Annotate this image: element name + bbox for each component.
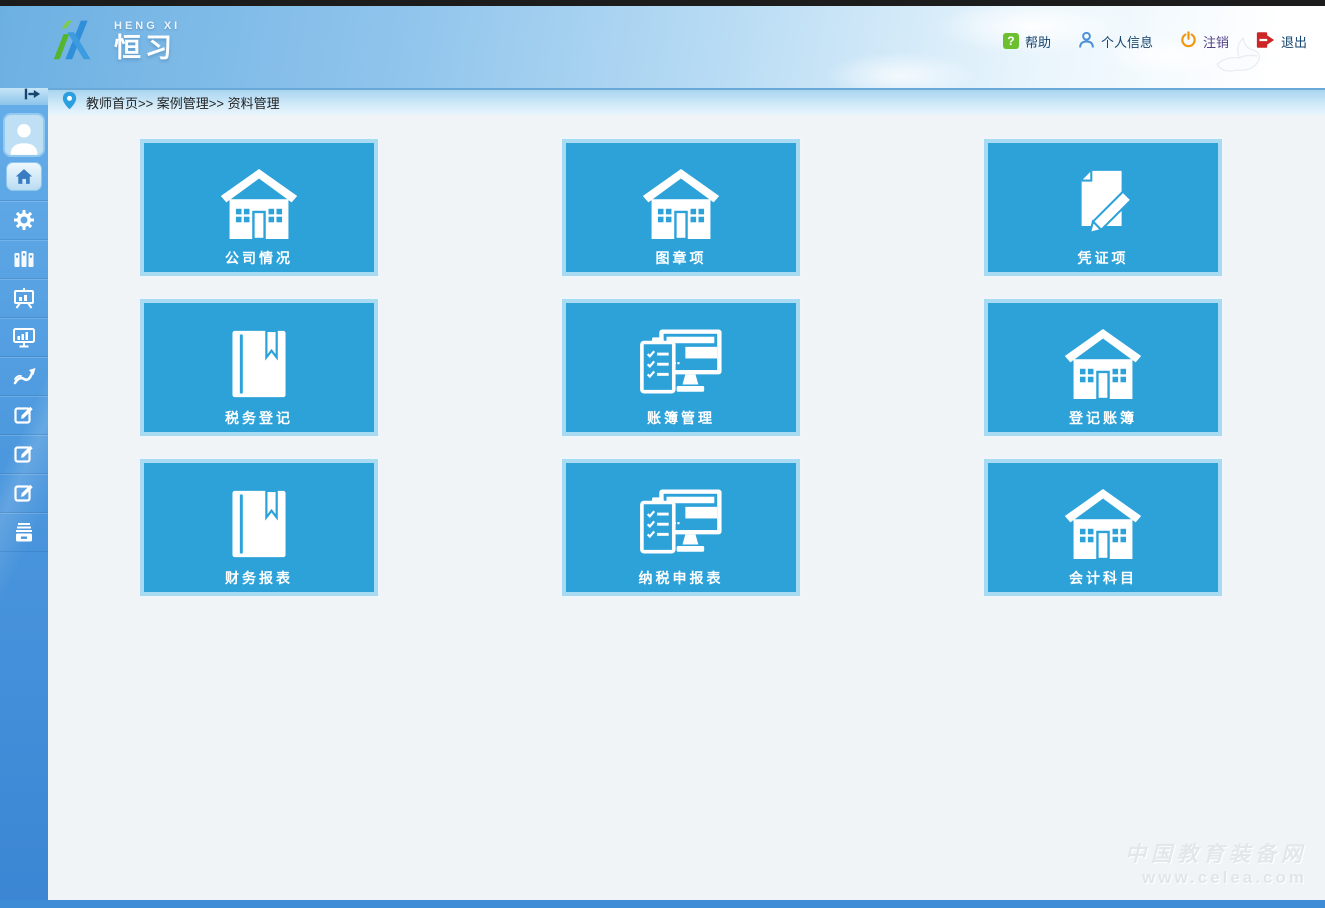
tile-tax-return[interactable]: 纳税申报表	[562, 459, 800, 596]
house-icon	[1063, 323, 1143, 399]
tile-register-ledger[interactable]: 登记账簿	[984, 299, 1222, 436]
sidebar-item-library[interactable]	[0, 240, 48, 279]
collapse-sidebar-button[interactable]	[0, 88, 48, 105]
sidebar	[0, 88, 48, 908]
profile-button[interactable]: 个人信息	[1078, 31, 1153, 52]
books-icon	[13, 249, 35, 269]
footer-strip	[0, 900, 1325, 908]
tile-ledger-management[interactable]: 账簿管理	[562, 299, 800, 436]
sidebar-item-exercise-1[interactable]	[0, 396, 48, 435]
tile-company-info[interactable]: 公司情况	[140, 139, 378, 276]
user-icon	[1078, 31, 1095, 52]
breadcrumb[interactable]: 教师首页>> 案例管理>> 资料管理	[86, 93, 280, 112]
sidebar-item-exercise-3[interactable]	[0, 474, 48, 513]
logo[interactable]: HENG XI 恒习	[48, 14, 180, 69]
report-swoosh-icon	[13, 367, 36, 386]
book-icon	[231, 483, 287, 559]
tile-label: 纳税申报表	[639, 568, 724, 588]
logo-text: HENG XI 恒习	[114, 21, 180, 62]
tile-label: 账簿管理	[647, 408, 715, 428]
app-window: HENG XI 恒习 ? 帮助 个人信息	[0, 0, 1325, 908]
home-icon	[15, 168, 33, 185]
exit-label: 退出	[1281, 32, 1307, 51]
logout-button[interactable]: 注销	[1180, 31, 1229, 52]
tile-label: 财务报表	[225, 568, 293, 588]
hengxi-logo-icon	[48, 14, 106, 69]
tile-label: 公司情况	[225, 248, 293, 268]
header-actions: ? 帮助 个人信息 注销	[1003, 6, 1307, 76]
logo-text-cn: 恒习	[114, 35, 180, 62]
monitor-chart-icon	[13, 327, 35, 348]
logo-text-en: HENG XI	[114, 21, 180, 32]
monitor-checklist-icon	[639, 323, 723, 399]
home-button[interactable]	[6, 162, 42, 191]
watermark-site-url: www.celea.com	[1125, 867, 1307, 888]
house-icon	[641, 163, 721, 239]
collapse-arrow-icon	[23, 87, 41, 106]
tile-stamp-items[interactable]: 图章项	[562, 139, 800, 276]
sidebar-item-settings[interactable]	[0, 201, 48, 240]
sidebar-item-monitor[interactable]	[0, 318, 48, 357]
edit-icon	[14, 405, 35, 426]
sidebar-item-exercise-2[interactable]	[0, 435, 48, 474]
tile-label: 登记账簿	[1069, 408, 1137, 428]
location-pin-icon	[62, 90, 77, 116]
site-watermark: 中国教育装备网 www.celea.com	[1125, 841, 1307, 889]
gear-icon	[13, 209, 35, 231]
house-icon	[1063, 483, 1143, 559]
help-icon: ?	[1003, 33, 1019, 49]
monitor-checklist-icon	[639, 483, 723, 559]
exit-button[interactable]: 退出	[1256, 31, 1307, 52]
person-silhouette-icon	[7, 119, 41, 155]
document-pen-icon	[1072, 163, 1134, 239]
house-icon	[219, 163, 299, 239]
main-content: 公司情况 图章项 凭证项	[48, 115, 1325, 900]
edit-icon	[14, 483, 35, 504]
avatar[interactable]	[3, 113, 45, 157]
exit-icon	[1256, 31, 1275, 52]
sidebar-item-archive[interactable]	[0, 513, 48, 552]
tile-financial-statements[interactable]: 财务报表	[140, 459, 378, 596]
help-button[interactable]: ? 帮助	[1003, 32, 1051, 51]
tile-voucher-items[interactable]: 凭证项	[984, 139, 1222, 276]
help-label: 帮助	[1025, 32, 1051, 51]
profile-label: 个人信息	[1101, 32, 1153, 51]
header: HENG XI 恒习 ? 帮助 个人信息	[0, 6, 1325, 88]
sidebar-item-presentation[interactable]	[0, 279, 48, 318]
tile-label: 图章项	[656, 248, 707, 268]
tile-accounting-subjects[interactable]: 会计科目	[984, 459, 1222, 596]
edit-icon	[14, 444, 35, 465]
tile-tax-registration[interactable]: 税务登记	[140, 299, 378, 436]
archive-drawer-icon	[13, 522, 35, 542]
tile-label: 会计科目	[1069, 568, 1137, 588]
watermark-site-name: 中国教育装备网	[1125, 841, 1307, 867]
breadcrumb-bar: 教师首页>> 案例管理>> 资料管理	[48, 88, 1325, 115]
sidebar-item-report[interactable]	[0, 357, 48, 396]
book-icon	[231, 323, 287, 399]
logout-label: 注销	[1203, 32, 1229, 51]
sidebar-menu	[0, 200, 48, 552]
tile-label: 凭证项	[1078, 248, 1129, 268]
tile-label: 税务登记	[225, 408, 293, 428]
presentation-board-icon	[13, 288, 35, 309]
tile-grid: 公司情况 图章项 凭证项	[48, 115, 1325, 596]
power-icon	[1180, 31, 1197, 52]
